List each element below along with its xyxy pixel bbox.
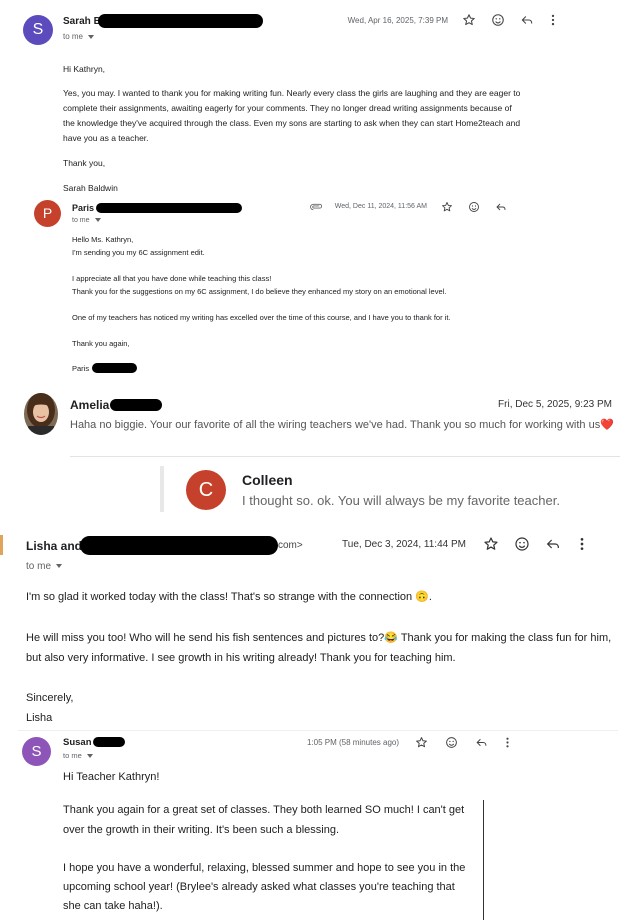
sender-name: Sarah B (63, 16, 101, 27)
avatar[interactable] (24, 393, 58, 435)
to-me-dropdown[interactable]: to me (26, 561, 63, 572)
avatar[interactable]: C (186, 470, 226, 510)
sender-name: Amelia (70, 398, 110, 412)
body-line: upcoming school year! (Brylee's already … (63, 881, 455, 893)
body-signature: Paris (72, 364, 90, 373)
divider (483, 800, 484, 920)
avatar[interactable]: S (22, 737, 51, 766)
more-icon[interactable] (505, 736, 510, 749)
chevron-down-icon (56, 564, 63, 569)
body-text: Thank you for making the class fun for h… (397, 632, 612, 644)
redaction (92, 363, 137, 373)
body-line: have you as a teacher. (63, 133, 149, 143)
more-icon[interactable] (550, 13, 556, 27)
body-line: she can take haha!). (63, 900, 163, 912)
body-line: I hope you have a wonderful, relaxing, b… (63, 862, 466, 874)
chevron-down-icon (94, 218, 101, 223)
upside-down-face-emoji: 🙃 (415, 591, 429, 603)
to-me-dropdown[interactable]: to me (63, 751, 93, 760)
star-icon[interactable] (415, 736, 428, 749)
emoji-icon[interactable] (445, 736, 458, 749)
body-line: I appreciate all that you have done whil… (72, 274, 272, 283)
body-line: He will miss you too! Who will he send h… (26, 631, 611, 644)
body-text: He will miss you too! Who will he send h… (26, 632, 385, 644)
body-line: Thank you again for a great set of class… (63, 804, 465, 816)
email-date: Tue, Dec 3, 2024, 11:44 PM (342, 539, 466, 550)
to-me-label: to me (63, 751, 82, 760)
star-icon[interactable] (441, 201, 453, 213)
message-body: Haha no biggie. Your our favorite of all… (70, 419, 601, 431)
body-line: Hello Ms. Kathryn, (72, 235, 134, 244)
laughing-emoji: 😂 (384, 632, 398, 644)
body-line: the knowledge they've acquired through t… (63, 118, 521, 128)
body-greeting: Hi Teacher Kathryn! (63, 771, 160, 783)
redaction (98, 14, 263, 28)
message-actions (462, 13, 556, 27)
reply-icon[interactable] (545, 536, 561, 552)
divider (70, 456, 620, 457)
emoji-icon[interactable] (514, 536, 530, 552)
body-line: Thank you for the suggestions on my 6C a… (72, 287, 447, 296)
body-line: complete their assignments, awaiting eag… (63, 103, 512, 113)
star-icon[interactable] (483, 536, 499, 552)
body-text: I'm so glad it worked today with the cla… (26, 591, 413, 603)
message-actions (483, 536, 585, 552)
message-text: I thought so. ok. You will always be my … (242, 493, 560, 508)
message-actions (415, 736, 510, 749)
message-text: Haha no biggie. Your our favorite of all… (70, 418, 614, 431)
redaction (110, 399, 162, 411)
reply-icon[interactable] (475, 736, 488, 749)
emoji-icon[interactable] (491, 13, 505, 27)
email-date: Wed, Dec 11, 2024, 11:56 AM (334, 203, 427, 210)
to-me-label: to me (72, 217, 90, 224)
body-closing: Thank you, (63, 158, 106, 168)
body-line: over the growth in their writing. It's b… (63, 824, 340, 836)
to-me-dropdown[interactable]: to me (63, 32, 95, 41)
chevron-down-icon (86, 754, 93, 759)
sender-address: com> (278, 540, 303, 551)
sender-name: Paris (72, 203, 95, 213)
body-line: I'm sending you my 6C assignment edit. (72, 248, 205, 257)
redaction (80, 536, 278, 555)
sender-name: Susan (63, 737, 92, 748)
divider (160, 466, 164, 512)
avatar[interactable]: P (34, 200, 61, 227)
body-line: Yes, you may. I wanted to thank you for … (63, 88, 521, 98)
more-icon[interactable] (579, 536, 585, 552)
chevron-down-icon (88, 34, 95, 39)
body-signature: Sarah Baldwin (63, 183, 118, 193)
body-greeting: Hi Kathryn, (63, 64, 106, 74)
body-line: I'm so glad it worked today with the cla… (26, 590, 432, 603)
body-signature: Lisha (26, 712, 53, 724)
body-line: One of my teachers has noticed my writin… (72, 313, 451, 322)
email-date: Fri, Dec 5, 2025, 9:23 PM (498, 399, 612, 410)
divider (18, 730, 618, 731)
email-date: Wed, Apr 16, 2025, 7:39 PM (347, 16, 448, 25)
sender-name: Colleen (242, 472, 293, 488)
reply-icon[interactable] (520, 13, 534, 27)
body-text: . (428, 591, 432, 603)
body-line: Thank you again, (72, 339, 130, 348)
divider (0, 535, 3, 555)
sender-name: Lisha and (26, 539, 83, 553)
email-date: 1:05 PM (58 minutes ago) (306, 738, 399, 747)
star-icon[interactable] (462, 13, 476, 27)
redaction (93, 737, 125, 747)
heart-emoji: ❤️ (600, 419, 614, 431)
body-line: but also very informative. I see growth … (26, 652, 456, 664)
avatar[interactable]: S (23, 15, 53, 45)
redaction (96, 203, 242, 213)
emoji-icon[interactable] (468, 201, 480, 213)
to-me-dropdown[interactable]: to me (72, 217, 101, 224)
to-me-label: to me (63, 32, 84, 41)
message-actions (441, 201, 507, 213)
reply-icon[interactable] (495, 201, 507, 213)
to-me-label: to me (26, 561, 52, 572)
body-closing: Sincerely, (26, 692, 74, 704)
